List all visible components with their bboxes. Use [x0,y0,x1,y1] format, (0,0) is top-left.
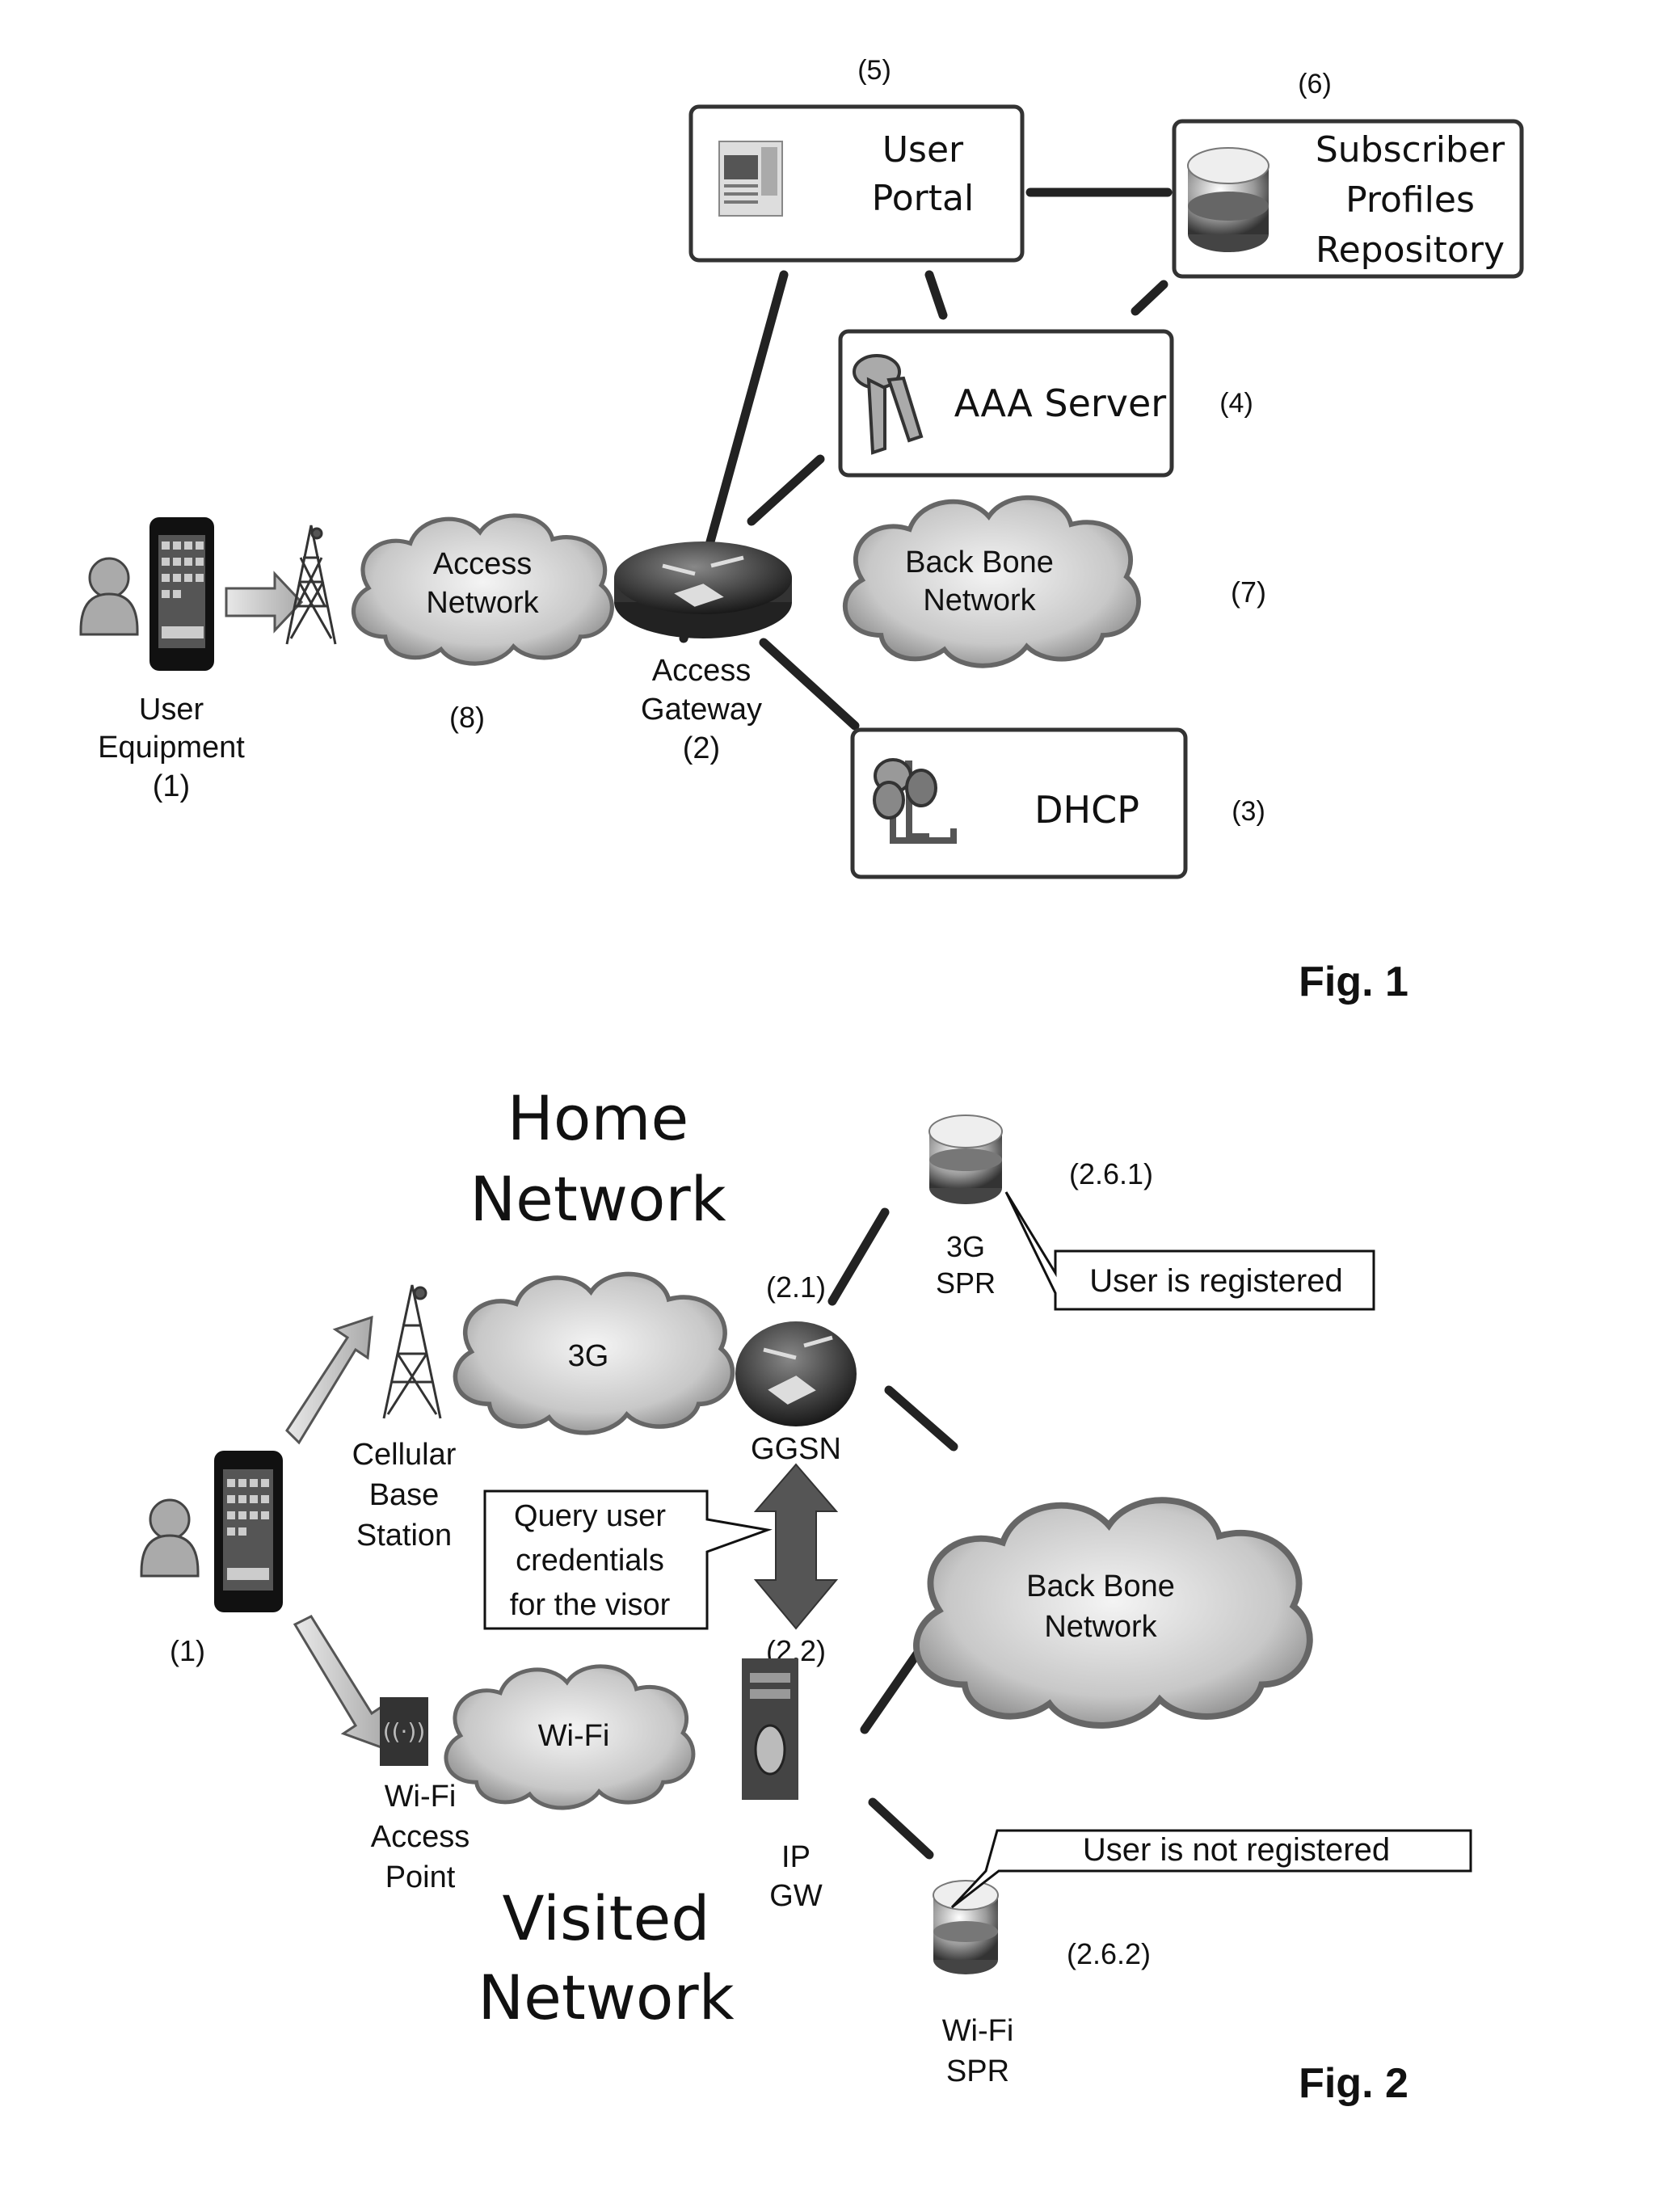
query-callout-line-3: for the visor [510,1588,671,1622]
user-equipment-label-1: User [139,693,204,727]
link-ipgw-wifispr [868,1797,934,1860]
arrow-to-wifi-icon [293,1615,389,1752]
spr-wifi-label-2: SPR [946,2054,1009,2088]
link-ggsn-3gspr [827,1207,890,1306]
web-page-icon [718,141,783,217]
figure-1-caption: Fig. 1 [1299,959,1408,1005]
ip-gw-label-1: IP [781,1840,811,1874]
access-gateway-label-1: Access [652,654,751,688]
access-gateway-ref: (2) [683,731,720,765]
patent-figures: User Portal (5) Subscriber Profiles Repo… [79,55,1524,2107]
ip-gw-label-2: GW [769,1879,823,1913]
cell-tower-icon-fig2 [382,1284,442,1419]
aaa-server-ref: (4) [1219,388,1253,419]
backbone-fig2-label-2: Network [1044,1610,1157,1644]
figure-2-caption: Fig. 2 [1299,2060,1408,2107]
spr-ref: (6) [1298,69,1332,99]
cellular-bs-label-3: Station [356,1519,452,1553]
wifi-cloud-label: Wi-Fi [538,1719,610,1753]
link-aaa-gateway [747,454,825,526]
access-network-label-2: Network [426,586,539,620]
visited-network-title-2: Network [478,1961,734,2033]
user-registered-text: User is registered [1089,1263,1342,1299]
user-not-registered-text: User is not registered [1083,1832,1390,1868]
dhcp-label: DHCP [1034,788,1139,832]
user-equipment-ref-fig2: (1) [170,1634,205,1667]
spr-label-2: Profiles [1345,179,1475,221]
visited-network-title-1: Visited [503,1882,710,1954]
user-equipment-label-2: Equipment [98,731,245,765]
query-callout-line-2: credentials [516,1544,664,1578]
backbone-network-cloud-fig2[interactable]: Back Bone Network [916,1500,1310,1725]
wifi-access-point-icon[interactable]: ((·)) [380,1697,428,1766]
subscriber-profiles-repository-node[interactable]: Subscriber Profiles Repository [1172,119,1524,279]
user-equipment-ref: (1) [153,769,190,803]
ip-gateway-switch-icon[interactable] [742,1658,798,1800]
dhcp-node[interactable]: DHCP [850,727,1188,879]
database-icon [1187,147,1269,252]
mobile-phone-icon[interactable] [149,517,214,671]
ggsn-ref: (2.1) [766,1270,826,1304]
wifi-ap-label-3: Point [385,1860,456,1894]
fig2: Home Network (2.6.1) 3G SPR User is regi… [140,1082,1472,2107]
spr-wifi-ref: (2.6.2) [1067,1937,1151,1970]
wifi-ap-label-2: Access [371,1820,469,1854]
home-network-title-1: Home [507,1082,688,1154]
backbone-network-cloud-fig1[interactable]: Back Bone Network [845,498,1139,666]
query-credentials-callout: Query user credentials for the visor [483,1489,773,1630]
cellular-bs-label-1: Cellular [352,1438,457,1472]
backbone-label-1: Back Bone [905,546,1054,579]
backbone-label-2: Network [923,584,1036,617]
dhcp-ref: (3) [1232,796,1265,827]
aaa-server-label: AAA Server [954,381,1167,425]
access-gateway-label-2: Gateway [641,693,762,727]
link-ggsn-backbone [884,1385,958,1452]
user-not-registered-callout: User is not registered [950,1829,1472,1909]
mobile-phone-icon-fig2[interactable] [214,1451,283,1612]
access-network-label-1: Access [433,547,532,581]
backbone-ref: (7) [1231,575,1266,609]
home-network-title-2: Network [469,1163,726,1235]
spr-3g-database-icon[interactable] [928,1114,1003,1204]
svg-text:((·)): ((·)) [383,1718,426,1745]
access-network-cloud[interactable]: Access Network [354,516,613,664]
query-double-arrow-icon [753,1463,839,1630]
spr-3g-ref: (2.6.1) [1069,1157,1153,1190]
user-person-icon-fig2 [140,1498,200,1578]
access-network-ref: (8) [449,701,485,734]
access-gateway-router-icon[interactable] [614,541,792,638]
ggsn-label: GGSN [751,1432,841,1466]
user-portal-ref: (5) [857,55,891,86]
spr-3g-label-2: SPR [936,1266,996,1300]
cell-tower-icon [285,525,337,645]
cellular-bs-label-2: Base [369,1478,440,1512]
3g-network-cloud[interactable]: 3G [455,1274,732,1432]
arrow-right-icon [225,571,304,634]
spr-label-1: Subscriber [1316,129,1505,171]
fig1: User Portal (5) Subscriber Profiles Repo… [79,55,1524,1005]
spr-wifi-label-1: Wi-Fi [942,2014,1014,2048]
spr-3g-label-1: 3G [946,1230,985,1263]
link-gateway-dhcp [759,638,860,731]
link-spr-aaa [1131,280,1168,316]
wifi-ap-label-1: Wi-Fi [385,1780,457,1814]
user-person-icon [79,557,139,636]
arrow-to-cellular-icon [285,1315,373,1445]
aaa-server-node[interactable]: AAA Server [838,329,1174,478]
3g-cloud-label: 3G [568,1339,609,1373]
link-portal-aaa [924,270,948,320]
query-callout-line-1: Query user [514,1499,666,1533]
user-portal-node[interactable]: User Portal [688,104,1025,263]
user-portal-label-2: Portal [872,178,974,219]
user-registered-callout: User is registered [1004,1191,1375,1311]
spr-label-3: Repository [1316,230,1505,271]
wifi-network-cloud[interactable]: Wi-Fi [446,1666,693,1808]
ggsn-router-icon[interactable] [735,1321,857,1426]
backbone-fig2-label-1: Back Bone [1026,1570,1175,1603]
user-portal-label-1: User [882,129,964,171]
